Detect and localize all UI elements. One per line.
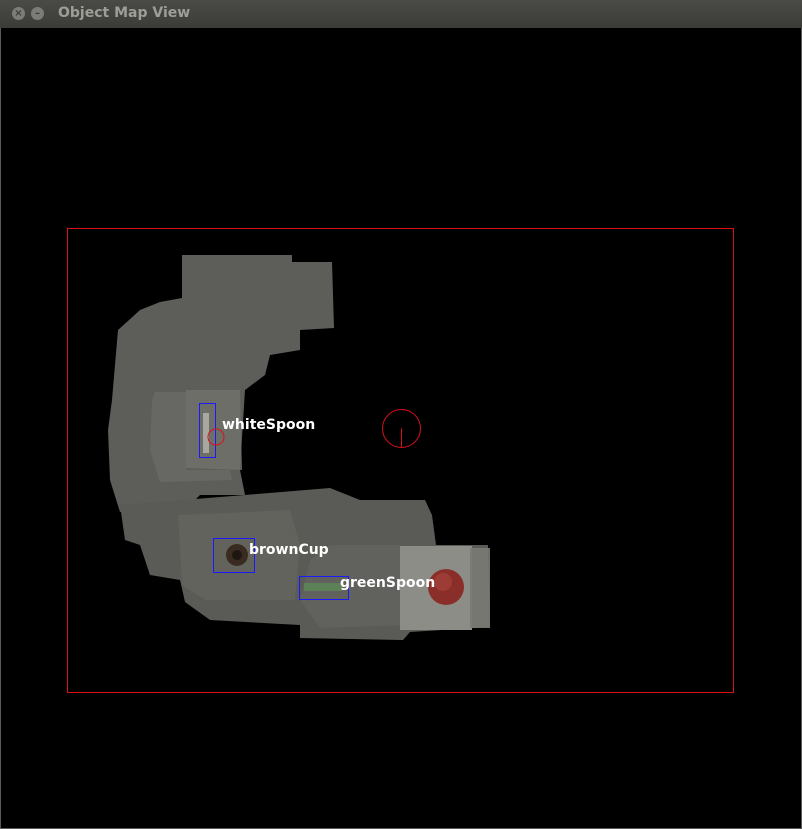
object-label-greenspoon: greenSpoon — [340, 575, 436, 591]
map-bounds — [67, 228, 734, 693]
object-label-browncup: brownCup — [249, 542, 329, 558]
object-map-window: × – Object Map View whiteSpoon brownCup … — [0, 0, 802, 829]
object-label-whitespoon: whiteSpoon — [222, 417, 316, 433]
